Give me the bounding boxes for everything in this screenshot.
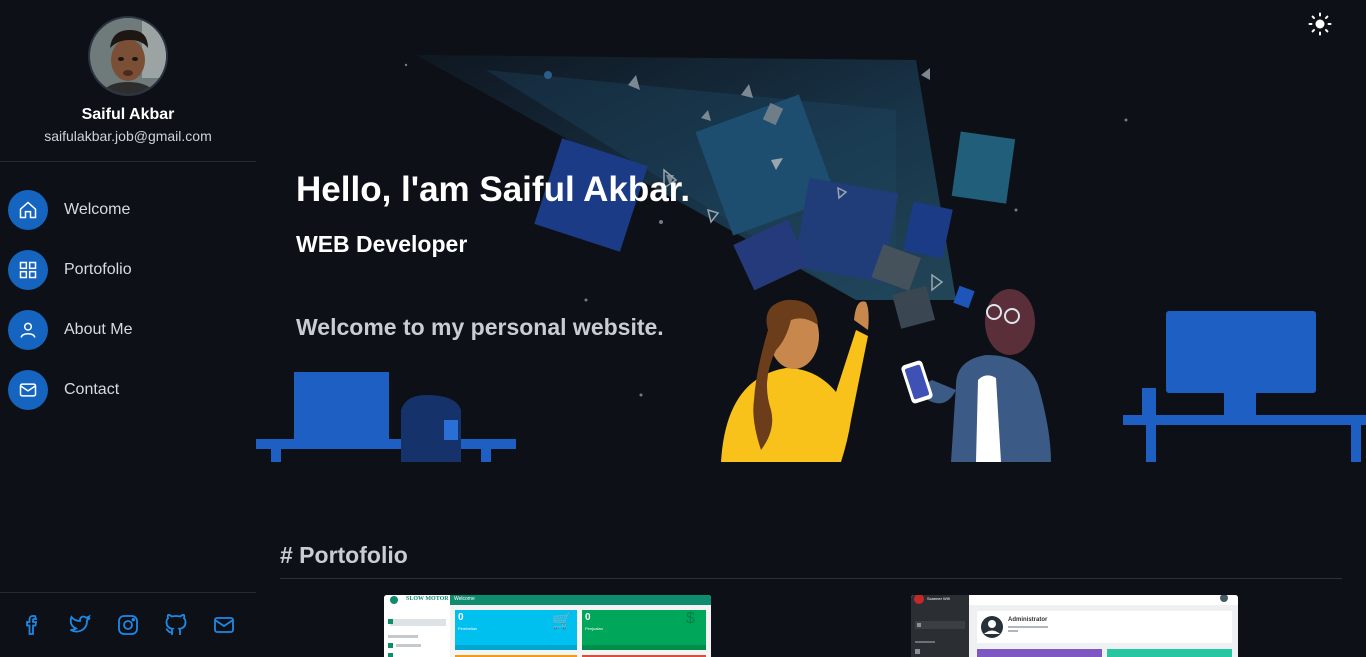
social-links xyxy=(0,592,256,657)
portfolio-card-slow-motor[interactable]: SLOW MOTOR Welcome 0 Pembelian 🛒 0 Penju… xyxy=(384,595,711,657)
card-brand: SLOW MOTOR xyxy=(406,596,449,602)
grid-icon xyxy=(8,250,48,290)
portfolio-card-scanner-wifi[interactable]: Scanner Wifi Administrator xyxy=(911,595,1238,657)
sidebar-item-label: About Me xyxy=(64,321,133,338)
card-header: Welcome xyxy=(454,596,475,602)
sidebar-item-about-me[interactable]: About Me xyxy=(0,300,256,360)
sidebar-item-label: Welcome xyxy=(64,201,131,218)
hero-section: Hello, l'am Saiful Akbar. WEB Developer … xyxy=(256,0,1366,462)
sidebar-item-portofolio[interactable]: Portofolio xyxy=(0,240,256,300)
profile-name: Saiful Akbar xyxy=(81,106,175,123)
card-user: Administrator xyxy=(1008,617,1048,623)
theme-toggle-button[interactable] xyxy=(1308,12,1332,36)
hero-welcome-text: Welcome to my personal website. xyxy=(296,314,664,340)
sidebar-item-label: Contact xyxy=(64,381,120,398)
sidebar-item-contact[interactable]: Contact xyxy=(0,360,256,420)
tile-value: 0 xyxy=(458,612,464,623)
twitter-icon[interactable] xyxy=(66,611,94,639)
mail-icon xyxy=(8,370,48,410)
card-brand: Scanner Wifi xyxy=(927,596,950,601)
hero-title: Hello, l'am Saiful Akbar. xyxy=(296,170,691,209)
sun-icon xyxy=(1308,12,1332,36)
user-icon xyxy=(8,310,48,350)
sidebar-item-label: Portofolio xyxy=(64,261,132,278)
sidebar-nav: Welcome Portofolio About Me Contact xyxy=(0,162,256,420)
mail-icon[interactable] xyxy=(210,611,238,639)
facebook-icon[interactable] xyxy=(18,611,46,639)
home-icon xyxy=(8,190,48,230)
portfolio-thumbnail xyxy=(384,595,711,657)
instagram-icon[interactable] xyxy=(114,611,142,639)
hero-subtitle: WEB Developer xyxy=(296,231,468,257)
cart-icon: 🛒 xyxy=(552,613,572,630)
dollar-icon: $ xyxy=(686,610,695,627)
profile-section: Saiful Akbar saifulakbar.job@gmail.com xyxy=(0,0,256,162)
main-content: Hello, l'am Saiful Akbar. WEB Developer … xyxy=(256,0,1366,657)
tile-label: Pembelian xyxy=(458,626,477,631)
portfolio-thumbnail xyxy=(911,595,1238,657)
avatar xyxy=(88,16,168,96)
app-root: Saiful Akbar saifulakbar.job@gmail.com W… xyxy=(0,0,1366,657)
tile-label: Penjualan xyxy=(585,626,603,631)
sidebar-item-welcome[interactable]: Welcome xyxy=(0,180,256,240)
github-icon[interactable] xyxy=(162,611,190,639)
portfolio-section-title: # Portofolio xyxy=(280,542,408,568)
sidebar: Saiful Akbar saifulakbar.job@gmail.com W… xyxy=(0,0,256,657)
tile-value: 0 xyxy=(585,612,591,623)
section-divider xyxy=(280,578,1342,579)
profile-email: saifulakbar.job@gmail.com xyxy=(44,128,212,144)
